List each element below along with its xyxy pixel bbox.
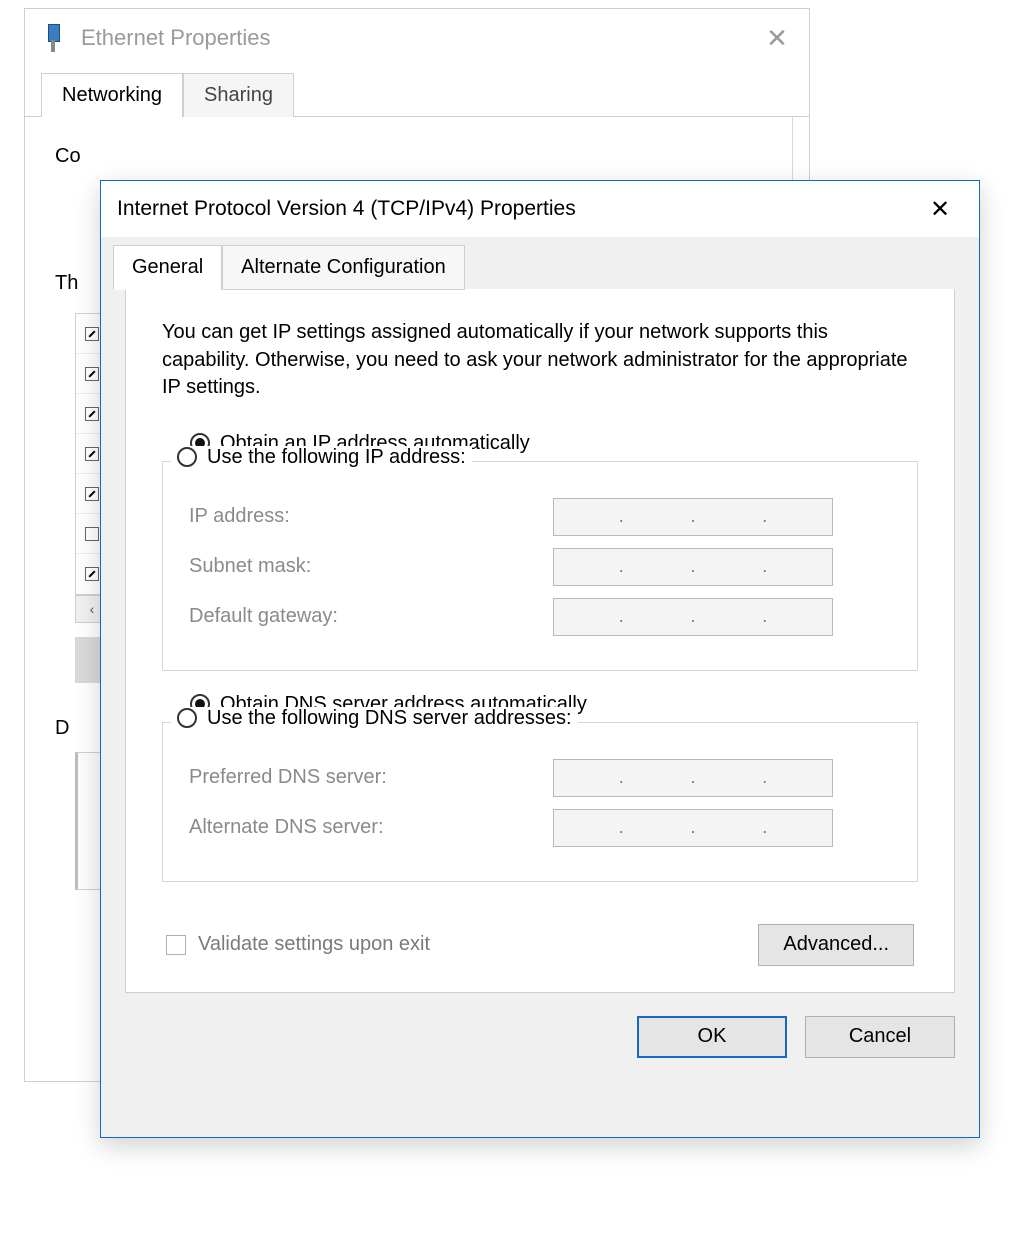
tab-networking[interactable]: Networking xyxy=(41,73,183,117)
truncated-text-fragment: Co xyxy=(55,145,779,168)
description-text: You can get IP settings assigned automat… xyxy=(162,319,918,402)
ip-manual-group: Use the following IP address: IP address… xyxy=(162,461,918,671)
subnet-mask-label: Subnet mask: xyxy=(183,555,553,578)
ipv4-tabs: General Alternate Configuration You can … xyxy=(101,237,979,994)
subnet-mask-input[interactable]: ... xyxy=(553,548,833,586)
radio-icon xyxy=(177,708,197,728)
validate-on-exit-checkbox[interactable] xyxy=(166,935,186,955)
tab-sharing[interactable]: Sharing xyxy=(183,73,294,117)
general-tab-page: You can get IP settings assigned automat… xyxy=(125,289,955,993)
ethernet-properties-titlebar: Ethernet Properties ✕ xyxy=(25,9,809,67)
default-gateway-label: Default gateway: xyxy=(183,605,553,628)
ipv4-properties-window: Internet Protocol Version 4 (TCP/IPv4) P… xyxy=(100,180,980,1138)
ethernet-properties-title: Ethernet Properties xyxy=(81,25,271,51)
radio-label: Use the following IP address: xyxy=(207,446,466,469)
ip-address-input[interactable]: ... xyxy=(553,498,833,536)
cancel-button[interactable]: Cancel xyxy=(805,1016,955,1058)
ipv4-titlebar: Internet Protocol Version 4 (TCP/IPv4) P… xyxy=(101,181,979,237)
default-gateway-input[interactable]: ... xyxy=(553,598,833,636)
alternate-dns-label: Alternate DNS server: xyxy=(183,816,553,839)
dialog-button-bar: OK Cancel xyxy=(101,994,979,1080)
ip-address-label: IP address: xyxy=(183,505,553,528)
advanced-button[interactable]: Advanced... xyxy=(758,924,914,966)
radio-label: Use the following DNS server addresses: xyxy=(207,707,572,730)
radio-icon xyxy=(177,447,197,467)
ok-button[interactable]: OK xyxy=(637,1016,787,1058)
ethernet-tabs: Networking Sharing xyxy=(25,67,809,117)
radio-use-following-dns[interactable]: Use the following DNS server addresses: xyxy=(171,707,578,730)
tab-alternate-configuration[interactable]: Alternate Configuration xyxy=(222,245,465,290)
preferred-dns-input[interactable]: ... xyxy=(553,759,833,797)
tab-general[interactable]: General xyxy=(113,245,222,290)
radio-use-following-ip[interactable]: Use the following IP address: xyxy=(171,446,472,469)
close-icon[interactable]: ✕ xyxy=(917,186,963,232)
network-adapter-icon xyxy=(45,24,61,52)
alternate-dns-input[interactable]: ... xyxy=(553,809,833,847)
ipv4-title: Internet Protocol Version 4 (TCP/IPv4) P… xyxy=(117,197,576,221)
validate-on-exit-label: Validate settings upon exit xyxy=(198,933,430,956)
dns-manual-group: Use the following DNS server addresses: … xyxy=(162,722,918,882)
preferred-dns-label: Preferred DNS server: xyxy=(183,766,553,789)
close-icon[interactable]: ✕ xyxy=(757,18,797,58)
